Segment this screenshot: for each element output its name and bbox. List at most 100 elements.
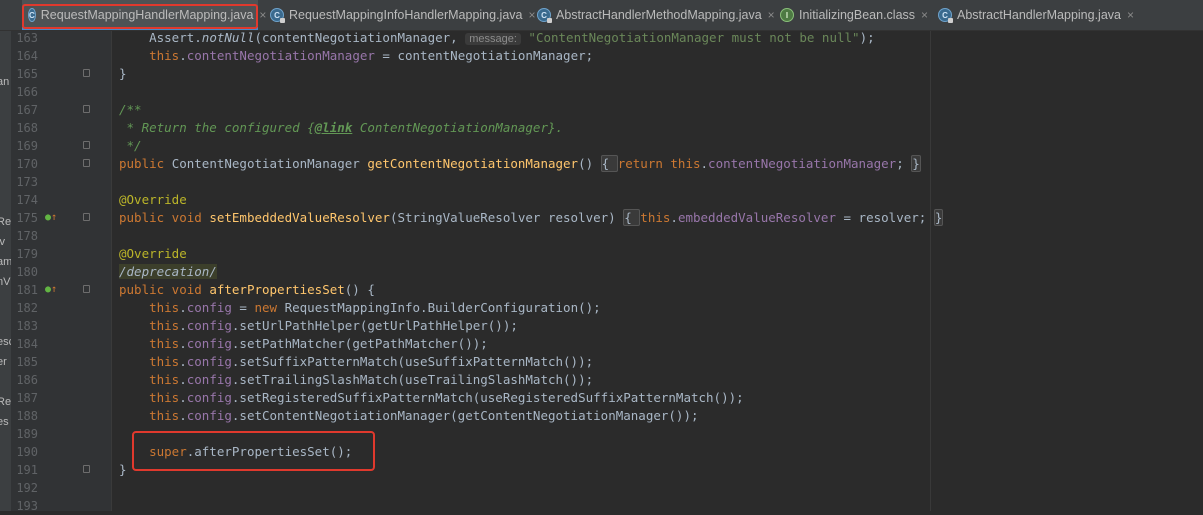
tab-abstract-handler-mapping[interactable]: C AbstractHandlerMapping.java ×: [938, 0, 1134, 30]
code-line[interactable]: 183 this.config.setUrlPathHelper(getUrlP…: [0, 317, 1203, 335]
code-token: notNull: [201, 30, 255, 45]
code-token: this: [119, 48, 180, 63]
code-line[interactable]: 174 @Override: [0, 191, 1203, 209]
code-token: .: [670, 210, 678, 225]
code-line[interactable]: 175 ●↑ public void setEmbeddedValueResolve…: [0, 209, 1203, 227]
code-line[interactable]: 192: [0, 479, 1203, 497]
close-icon[interactable]: ×: [259, 8, 266, 22]
code-token: .setTrailingSlashMatch(useTrailingSlashM…: [231, 372, 594, 387]
editor-tab-bar: C RequestMappingHandlerMapping.java × C …: [0, 0, 1203, 31]
close-icon[interactable]: ×: [768, 8, 775, 22]
override-marker-icon[interactable]: ●↑: [45, 211, 57, 225]
code-token: }: [933, 209, 944, 226]
code-token: config: [186, 300, 232, 315]
line-number: 184: [16, 337, 38, 351]
code-token: (): [578, 156, 601, 171]
code-line[interactable]: 178: [0, 227, 1203, 245]
code-text: * Return the configured {@link ContentNe…: [119, 119, 564, 137]
code-token: * Return the configured {: [119, 120, 315, 135]
line-number: 167: [16, 103, 38, 117]
code-line[interactable]: 185 this.config.setSuffixPatternMatch(us…: [0, 353, 1203, 371]
tab-request-mapping-info-handler-mapping[interactable]: C RequestMappingInfoHandlerMapping.java …: [270, 0, 536, 30]
code-text: @Override: [119, 191, 187, 209]
code-token: getContentNegotiationManager: [367, 156, 579, 171]
fold-marker-icon[interactable]: [83, 285, 90, 293]
code-line[interactable]: 167 /**: [0, 101, 1203, 119]
code-token: = resolver;: [835, 210, 934, 225]
code-token: }: [119, 66, 127, 81]
code-token: .setContentNegotiationManager(getContent…: [231, 408, 699, 423]
code-token: .: [179, 336, 187, 351]
code-line[interactable]: 180/deprecation/: [0, 263, 1203, 281]
line-number: 189: [16, 427, 38, 441]
fold-marker-icon[interactable]: [83, 69, 90, 77]
line-number: 166: [16, 85, 38, 99]
code-token: this: [119, 354, 180, 369]
fold-marker-icon[interactable]: [83, 141, 90, 149]
code-line[interactable]: 166: [0, 83, 1203, 101]
code-token: config: [186, 390, 232, 405]
code-line[interactable]: 188 this.config.setContentNegotiationMan…: [0, 407, 1203, 425]
abstract-class-icon: C: [938, 8, 953, 23]
code-line[interactable]: 193: [0, 497, 1203, 515]
line-number: 175: [16, 211, 38, 225]
code-token: /deprecation/: [119, 264, 217, 279]
code-line[interactable]: 186 this.config.setTrailingSlashMatch(us…: [0, 371, 1203, 389]
code-text: this.config.setSuffixPatternMatch(useSuf…: [119, 353, 593, 371]
fold-marker-icon[interactable]: [83, 465, 90, 473]
code-token: this: [119, 336, 180, 351]
code-token: Assert.: [119, 30, 202, 45]
code-text: this.config.setPathMatcher(getPathMatche…: [119, 335, 488, 353]
code-token: public: [119, 156, 172, 171]
code-token: .setPathMatcher(getPathMatcher());: [231, 336, 488, 351]
code-token: embeddedValueResolver: [677, 210, 836, 225]
line-number: 174: [16, 193, 38, 207]
line-number: 186: [16, 373, 38, 387]
code-line[interactable]: 164 this.contentNegotiationManager = con…: [0, 47, 1203, 65]
code-token: .: [179, 318, 187, 333]
line-number: 192: [16, 481, 38, 495]
code-line[interactable]: 187 this.config.setRegisteredSuffixPatte…: [0, 389, 1203, 407]
tab-abstract-handler-method-mapping[interactable]: C AbstractHandlerMethodMapping.java ×: [537, 0, 775, 30]
code-token: config: [186, 408, 232, 423]
line-number: 165: [16, 67, 38, 81]
code-token: .: [179, 300, 187, 315]
close-icon[interactable]: ×: [921, 8, 928, 22]
code-token: this: [119, 408, 180, 423]
code-line[interactable]: 168 * Return the configured {@link Conte…: [0, 119, 1203, 137]
highlight-box-super-call: [132, 431, 375, 471]
code-text: public ContentNegotiationManager getCont…: [119, 155, 921, 173]
code-token: config: [186, 336, 232, 351]
tab-label: AbstractHandlerMethodMapping.java: [556, 8, 762, 22]
line-number: 188: [16, 409, 38, 423]
code-token: .setUrlPathHelper(getUrlPathHelper());: [231, 318, 518, 333]
line-number: 164: [16, 49, 38, 63]
code-line[interactable]: 170 public ContentNegotiationManager getC…: [0, 155, 1203, 173]
code-line[interactable]: 184 this.config.setPathMatcher(getPathMa…: [0, 335, 1203, 353]
fold-marker-icon[interactable]: [83, 105, 90, 113]
code-token: );: [859, 30, 875, 45]
code-token: @Override: [119, 192, 187, 207]
code-line[interactable]: 169 */: [0, 137, 1203, 155]
code-line[interactable]: 179 @Override: [0, 245, 1203, 263]
code-line[interactable]: 165}: [0, 65, 1203, 83]
code-line[interactable]: 182 this.config = new RequestMappingInfo…: [0, 299, 1203, 317]
code-text: @Override: [119, 245, 187, 263]
tab-initializing-bean[interactable]: I InitializingBean.class ×: [780, 0, 928, 30]
code-line[interactable]: 163 Assert.notNull(contentNegotiationMan…: [0, 29, 1203, 47]
close-icon[interactable]: ×: [528, 8, 535, 22]
code-token: contentNegotiationManager: [186, 48, 375, 63]
override-marker-icon[interactable]: ●↑: [45, 283, 57, 297]
code-token: message:: [465, 33, 521, 45]
code-line[interactable]: 173: [0, 173, 1203, 191]
code-line[interactable]: 181 ●↑ public void afterPropertiesSet() {: [0, 281, 1203, 299]
line-number: 182: [16, 301, 38, 315]
line-number: 193: [16, 499, 38, 513]
code-token: (contentNegotiationManager,: [254, 30, 466, 45]
line-number: 191: [16, 463, 38, 477]
fold-marker-icon[interactable]: [83, 159, 90, 167]
close-icon[interactable]: ×: [1127, 8, 1134, 22]
code-token: {: [600, 155, 618, 172]
code-token: this: [119, 372, 180, 387]
fold-marker-icon[interactable]: [83, 213, 90, 221]
